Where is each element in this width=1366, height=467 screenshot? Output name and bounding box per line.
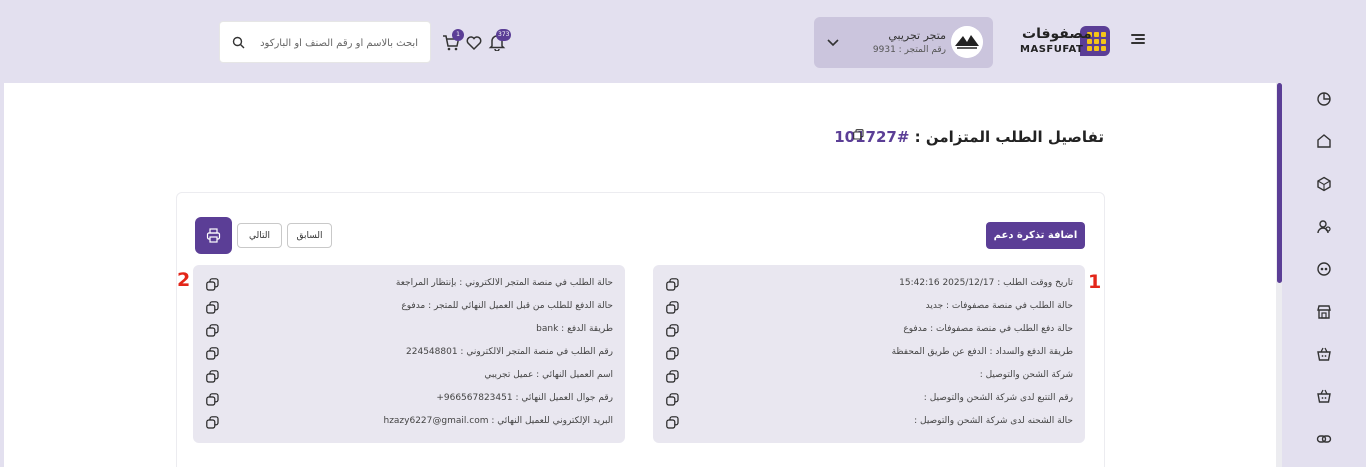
top-header: مصفوفات MASFUFAT متجر تجريبي رقم المتجر …: [0, 0, 1366, 83]
store-avatar: [951, 26, 983, 58]
copy-icon[interactable]: [666, 416, 679, 429]
logo-english-text: MASFUFAT: [1020, 44, 1084, 55]
previous-button[interactable]: السابق: [287, 223, 332, 248]
page-title: تفاصيل الطلب المتزامن : #101727: [834, 128, 1104, 146]
detail-text: شركة الشحن والتوصيل :: [979, 370, 1073, 380]
detail-text: حالة دفع الطلب في منصة مصفوفات : مدفوع: [903, 324, 1073, 334]
detail-row: اسم العميل النهائي : عميل تجريبي: [193, 365, 625, 388]
store-name: متجر تجريبي: [888, 29, 946, 42]
users-icon[interactable]: [1316, 219, 1332, 235]
detail-text: حالة الدفع للطلب من قبل العميل النهائي ل…: [401, 301, 613, 311]
link-icon[interactable]: [1316, 431, 1332, 447]
copy-icon[interactable]: [666, 370, 679, 383]
detail-row: تاريخ ووقت الطلب : 2025/12/17 15:42:16: [653, 273, 1085, 296]
copy-icon[interactable]: [666, 393, 679, 406]
detail-text: رقم الطلب في منصة المتجر الالكتروني : 22…: [406, 347, 613, 357]
detail-text: اسم العميل النهائي : عميل تجريبي: [484, 370, 613, 380]
copy-icon[interactable]: [206, 416, 219, 429]
detail-row: حالة الطلب في منصة مصفوفات : جديد: [653, 296, 1085, 319]
copy-icon[interactable]: [666, 347, 679, 360]
panel-marker-2: 2: [177, 269, 191, 291]
detail-text: حالة الطلب في منصة المتجر الالكتروني : ب…: [395, 278, 613, 288]
detail-text: تاريخ ووقت الطلب : 2025/12/17 15:42:16: [899, 278, 1073, 288]
search-input[interactable]: [248, 34, 418, 52]
copy-icon[interactable]: [206, 324, 219, 337]
main-content: تفاصيل الطلب المتزامن : #101727 اضافة تذ…: [4, 83, 1276, 467]
detail-text: طريقة الدفع والسداد : الدفع عن طريق المح…: [891, 347, 1073, 357]
cart-badge: 1: [452, 29, 464, 41]
chevron-down-icon: [827, 39, 839, 47]
copy-icon[interactable]: [666, 301, 679, 314]
basket-alt-icon[interactable]: [1316, 388, 1332, 404]
detail-row: رقم جوال العميل النهائي : 966567823451+: [193, 388, 625, 411]
order-number: #101727: [834, 128, 910, 146]
logo-arabic-text: مصفوفات: [1022, 26, 1092, 42]
detail-text: رقم جوال العميل النهائي : 966567823451+: [436, 393, 613, 403]
next-button[interactable]: التالي: [237, 223, 282, 248]
scrollbar-thumb[interactable]: [1277, 83, 1282, 283]
home-icon[interactable]: [1316, 133, 1332, 149]
search-icon[interactable]: [232, 36, 245, 49]
store-icon[interactable]: [1316, 304, 1332, 320]
detail-row: رقم التتبع لدى شركة الشحن والتوصيل :: [653, 388, 1085, 411]
store-number: رقم المتجر : 9931: [872, 45, 946, 55]
detail-row: حالة الدفع للطلب من قبل العميل النهائي ل…: [193, 296, 625, 319]
detail-row: حالة الشحنه لدى شركة الشحن والتوصيل :: [653, 411, 1085, 434]
copy-icon[interactable]: [206, 370, 219, 383]
page-title-text: تفاصيل الطلب المتزامن :: [909, 128, 1104, 146]
printer-icon: [206, 228, 221, 243]
copy-icon[interactable]: [666, 278, 679, 291]
basket-icon[interactable]: [1316, 346, 1332, 362]
coins-icon[interactable]: [1316, 261, 1332, 277]
chart-pie-icon[interactable]: [1316, 91, 1332, 107]
copy-icon[interactable]: [853, 129, 864, 140]
box-icon[interactable]: [1316, 176, 1332, 192]
menu-toggle-icon[interactable]: [1131, 34, 1145, 46]
detail-row: حالة الطلب في منصة المتجر الالكتروني : ب…: [193, 273, 625, 296]
copy-icon[interactable]: [206, 301, 219, 314]
detail-row: رقم الطلب في منصة المتجر الالكتروني : 22…: [193, 342, 625, 365]
detail-row: شركة الشحن والتوصيل :: [653, 365, 1085, 388]
copy-icon[interactable]: [206, 347, 219, 360]
copy-icon[interactable]: [206, 278, 219, 291]
search-box: [219, 21, 431, 63]
detail-row: حالة دفع الطلب في منصة مصفوفات : مدفوع: [653, 319, 1085, 342]
platform-order-panel: تاريخ ووقت الطلب : 2025/12/17 15:42:16 ح…: [653, 265, 1085, 443]
detail-text: حالة الشحنه لدى شركة الشحن والتوصيل :: [914, 416, 1073, 426]
copy-icon[interactable]: [666, 324, 679, 337]
heart-icon[interactable]: [465, 34, 483, 52]
store-order-panel: حالة الطلب في منصة المتجر الالكتروني : ب…: [193, 265, 625, 443]
notifications-badge: 373: [496, 29, 512, 41]
detail-row: طريقة الدفع والسداد : الدفع عن طريق المح…: [653, 342, 1085, 365]
store-switcher[interactable]: متجر تجريبي رقم المتجر : 9931: [814, 17, 993, 68]
print-button[interactable]: [195, 217, 232, 254]
add-support-ticket-button[interactable]: اضافة تذكرة دعم: [986, 222, 1085, 249]
detail-text: حالة الطلب في منصة مصفوفات : جديد: [925, 301, 1073, 311]
detail-text: البريد الإلكتروني للعميل النهائي : hzazy…: [383, 416, 613, 426]
logo[interactable]: مصفوفات MASFUFAT: [1018, 25, 1113, 59]
copy-icon[interactable]: [206, 393, 219, 406]
detail-text: رقم التتبع لدى شركة الشحن والتوصيل :: [923, 393, 1073, 403]
panel-marker-1: 1: [1088, 271, 1102, 293]
detail-row: البريد الإلكتروني للعميل النهائي : hzazy…: [193, 411, 625, 434]
detail-row: طريقة الدفع : bank: [193, 319, 625, 342]
detail-text: طريقة الدفع : bank: [536, 324, 613, 334]
